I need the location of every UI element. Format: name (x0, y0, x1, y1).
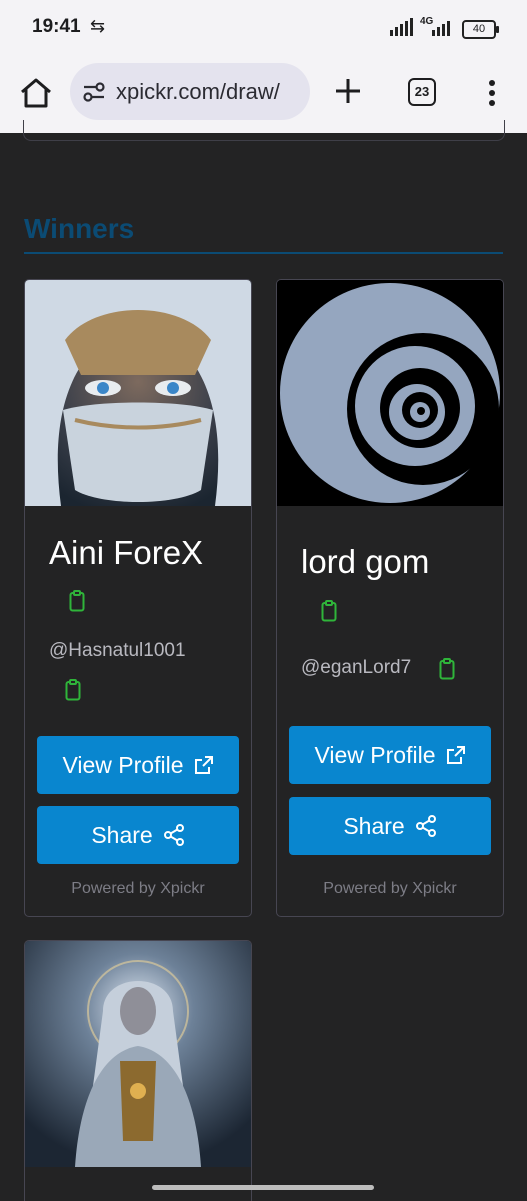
share-button[interactable]: Share (37, 806, 239, 864)
clipboard-icon[interactable] (65, 679, 81, 701)
signal-icon-2 (432, 21, 450, 36)
winner-handle: @eganLord7 (301, 657, 412, 678)
battery-icon: 40 (462, 20, 499, 39)
view-profile-label: View Profile (62, 752, 184, 778)
share-icon (415, 814, 436, 837)
share-button[interactable]: Share (289, 797, 491, 855)
section-divider (24, 252, 503, 254)
winner-avatar-image (25, 280, 251, 506)
sync-icon: ⇆ (90, 16, 106, 36)
view-profile-label: View Profile (314, 742, 436, 768)
url-text: xpickr.com/draw/ (116, 79, 280, 104)
share-label: Share (91, 822, 153, 848)
status-time: 19:41 (32, 16, 81, 37)
signal-icon (390, 18, 413, 36)
new-tab-icon[interactable] (332, 75, 364, 107)
winner-avatar-image (25, 941, 251, 1167)
external-link-icon (194, 755, 213, 774)
clipboard-icon[interactable] (321, 600, 337, 622)
clipboard-icon[interactable] (69, 590, 85, 612)
external-link-icon (446, 745, 465, 764)
share-label: Share (343, 813, 405, 839)
winner-card: Aini ForeX @Hasnatul1001 View Profile Sh… (24, 279, 252, 917)
section-title: Winners (24, 213, 135, 244)
winner-avatar-image (277, 280, 503, 506)
winner-card: lord gom @eganLord7 View Profile Share P… (276, 279, 504, 917)
view-profile-button[interactable]: View Profile (37, 736, 239, 794)
previous-card-edge (23, 120, 505, 141)
powered-by-text: Powered by Xpickr (323, 880, 457, 897)
tab-count-button[interactable]: 23 (408, 78, 436, 106)
winner-handle: @Hasnatul1001 (49, 640, 186, 661)
more-menu-icon[interactable] (480, 78, 504, 108)
winner-name: Aini ForeX (49, 534, 204, 571)
winner-name: lord gom (301, 543, 430, 580)
winner-card (24, 940, 252, 1201)
powered-by-text: Powered by Xpickr (71, 880, 205, 897)
home-icon[interactable] (18, 75, 54, 111)
url-bar[interactable]: xpickr.com/draw/ (70, 63, 310, 120)
site-settings-icon[interactable] (82, 81, 106, 103)
clipboard-icon[interactable] (439, 658, 455, 680)
status-bar: 19:41 ⇆ 4G 40 (0, 0, 527, 58)
view-profile-button[interactable]: View Profile (289, 726, 491, 784)
gesture-nav-pill[interactable] (152, 1185, 374, 1190)
share-icon (163, 823, 184, 846)
